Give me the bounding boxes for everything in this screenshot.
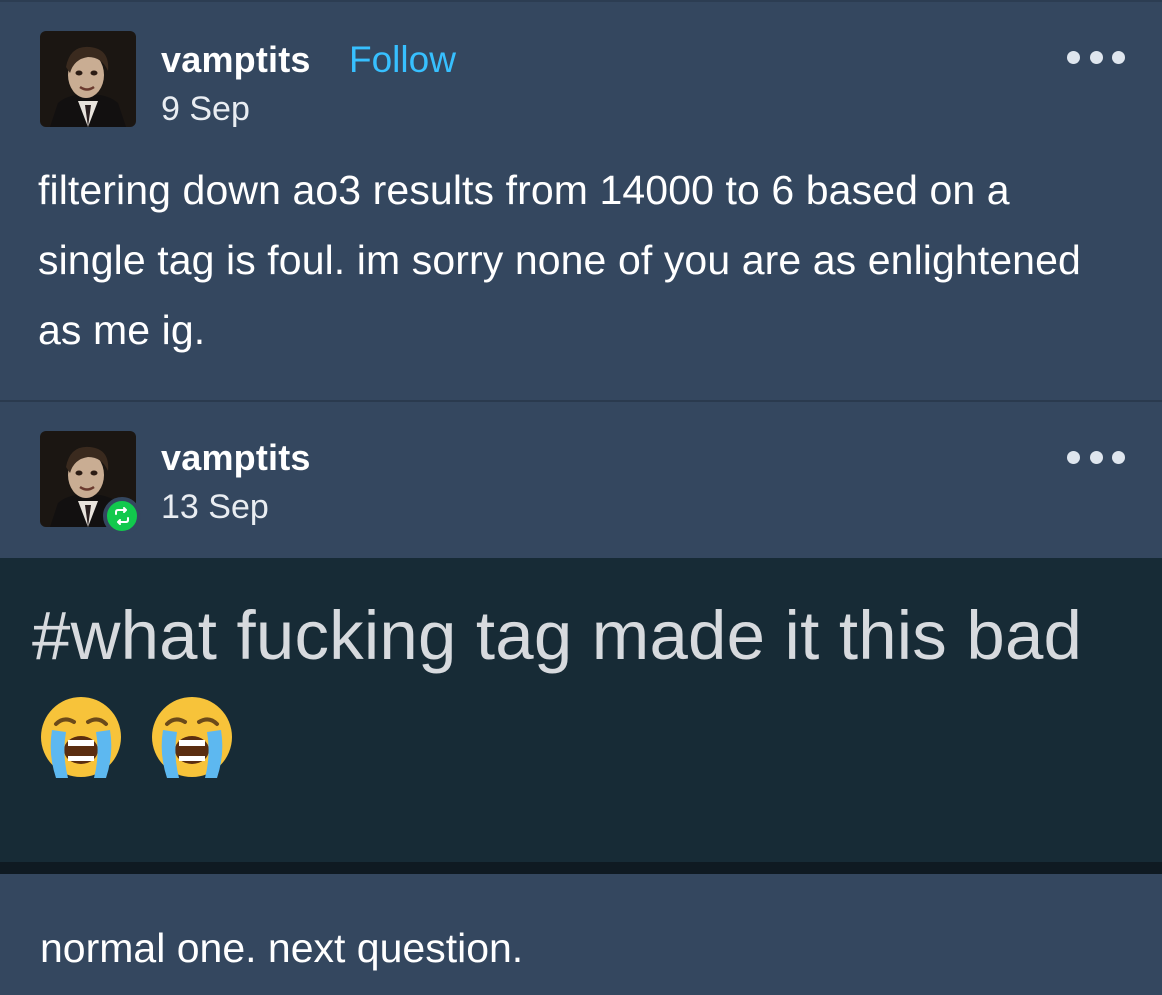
- user-avatar-icon: [40, 31, 136, 127]
- post-body: filtering down ao3 results from 14000 to…: [38, 167, 1081, 353]
- tag-panel: #what fucking tag made it this bad: [0, 558, 1162, 862]
- reply-body: normal one. next question.: [40, 925, 524, 971]
- username[interactable]: vamptits: [161, 438, 311, 478]
- post-date: 9 Sep: [161, 90, 250, 128]
- loudly-crying-face-icon: [41, 697, 121, 778]
- reply-post: normal one. next question.: [0, 874, 1162, 995]
- more-options-icon[interactable]: [1067, 447, 1125, 467]
- dot: [1089, 50, 1103, 64]
- dot: [1112, 50, 1125, 64]
- post-date: 13 Sep: [161, 488, 269, 526]
- dot: [1089, 450, 1103, 464]
- dot: [1067, 450, 1080, 464]
- tags-line[interactable]: #what fucking tag made it this bad: [32, 582, 1142, 796]
- post-reblog-header: vamptits 13 Sep: [0, 402, 1162, 558]
- loudly-crying-face-icon: [152, 697, 233, 778]
- more-options-icon[interactable]: [1067, 47, 1125, 67]
- reblog-icon: [103, 497, 141, 535]
- dot: [1112, 450, 1125, 464]
- username[interactable]: vamptits: [161, 40, 311, 80]
- follow-button[interactable]: Follow: [349, 40, 456, 80]
- post-original: vamptits Follow 9 Sep filtering down ao3…: [0, 0, 1162, 402]
- divider: [0, 862, 1162, 874]
- avatar[interactable]: [40, 31, 136, 127]
- tags-text: #what fucking tag made it this bad: [32, 597, 1083, 674]
- dot: [1067, 50, 1080, 64]
